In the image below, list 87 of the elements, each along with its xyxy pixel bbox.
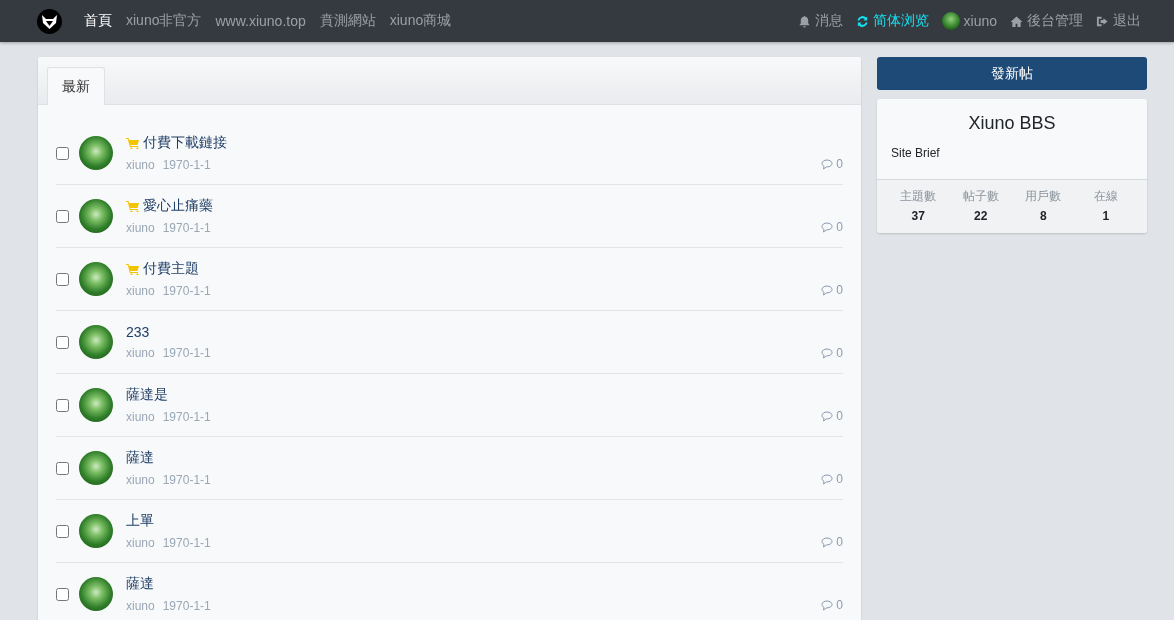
thread-title[interactable]: 233	[126, 324, 150, 340]
date: 1970-1-1	[162, 158, 211, 172]
date: 1970-1-1	[162, 410, 211, 424]
reply-count: 0	[836, 535, 843, 549]
thread-title[interactable]: 愛心止痛藥	[143, 197, 213, 215]
comment-icon	[821, 284, 834, 296]
tab[interactable]: 最新	[47, 67, 105, 105]
nav-link[interactable]: 後台管理	[1010, 12, 1083, 30]
stat-value: 22	[974, 209, 988, 223]
comment-icon	[821, 221, 834, 233]
reply-count: 0	[836, 409, 843, 423]
stat-label: 主題數	[900, 188, 937, 205]
author[interactable]: xiuno	[126, 346, 155, 360]
nav-link[interactable]: 简体浏览	[855, 12, 929, 30]
nav-link[interactable]: 賁測網站	[319, 12, 376, 30]
cart-icon	[126, 200, 139, 212]
logo-icon[interactable]	[37, 8, 62, 34]
stat-label: 帖子數	[962, 188, 999, 205]
nav-link[interactable]: www.xiuno.top	[215, 13, 306, 29]
bell-icon	[797, 14, 811, 28]
site-name: Xiuno BBS	[967, 113, 1057, 134]
author[interactable]: xiuno	[126, 158, 155, 172]
thread-title[interactable]: 薩達是	[126, 386, 168, 404]
date: 1970-1-1	[162, 599, 211, 613]
reply-count: 0	[836, 472, 843, 486]
comment-icon	[821, 536, 834, 548]
thread-title[interactable]: 薩達	[126, 575, 154, 593]
home-icon	[1010, 14, 1023, 28]
nav-link[interactable]: 退出	[1096, 12, 1141, 30]
thread-title[interactable]: 付費下載鏈接	[143, 134, 227, 152]
new-post-button[interactable]: 發新帖	[877, 57, 1147, 90]
reply-count: 0	[836, 220, 843, 234]
nav-link[interactable]: 首頁	[84, 12, 112, 30]
comment-icon	[821, 158, 834, 170]
thread-title[interactable]: 上單	[126, 512, 154, 530]
author[interactable]: xiuno	[126, 221, 155, 235]
site-brief: Site Brief	[891, 146, 941, 160]
author[interactable]: xiuno	[126, 284, 155, 298]
checkbox[interactable]	[56, 272, 69, 286]
stat-label: 用戶數	[1025, 188, 1062, 205]
author[interactable]: xiuno	[126, 536, 155, 550]
cart-icon	[126, 137, 139, 149]
checkbox[interactable]	[56, 335, 69, 349]
nav-link[interactable]: xiuno非官方	[126, 12, 202, 30]
reply-count: 0	[836, 283, 843, 297]
refresh-icon	[855, 14, 869, 28]
stat-label: 在線	[1093, 188, 1118, 205]
author[interactable]: xiuno	[126, 473, 155, 487]
reply-count: 0	[836, 157, 843, 171]
avatar	[941, 12, 960, 30]
reply-count: 0	[836, 346, 843, 360]
checkbox[interactable]	[56, 398, 69, 412]
date: 1970-1-1	[162, 221, 211, 235]
avatar	[79, 262, 113, 296]
checkbox[interactable]	[56, 524, 69, 538]
comment-icon	[821, 347, 834, 359]
date: 1970-1-1	[162, 346, 211, 360]
stat-value: 37	[911, 209, 925, 223]
avatar	[79, 514, 113, 548]
nav-link[interactable]: xiuno	[941, 12, 997, 30]
sign-out-icon	[1096, 14, 1109, 28]
avatar	[79, 577, 113, 611]
date: 1970-1-1	[162, 284, 211, 298]
stat-value: 8	[1039, 209, 1047, 223]
date: 1970-1-1	[162, 536, 211, 550]
checkbox[interactable]	[56, 209, 69, 223]
reply-count: 0	[836, 598, 843, 612]
comment-icon	[821, 599, 834, 611]
nav-link[interactable]: xiuno商城	[389, 12, 452, 30]
avatar	[79, 199, 113, 233]
thread-title[interactable]: 付費主題	[143, 260, 199, 278]
checkbox[interactable]	[56, 461, 69, 475]
author[interactable]: xiuno	[126, 410, 155, 424]
author[interactable]: xiuno	[126, 599, 155, 613]
cart-icon	[126, 263, 139, 275]
avatar	[79, 451, 113, 485]
nav-link[interactable]: 消息	[797, 12, 843, 30]
avatar	[79, 136, 113, 170]
stat-value: 1	[1102, 209, 1110, 223]
date: 1970-1-1	[162, 473, 211, 487]
thread-title[interactable]: 薩達	[126, 449, 154, 467]
checkbox[interactable]	[56, 146, 69, 160]
avatar	[79, 325, 113, 359]
avatar	[79, 388, 113, 422]
comment-icon	[821, 473, 834, 485]
comment-icon	[821, 410, 834, 422]
checkbox[interactable]	[56, 587, 69, 601]
